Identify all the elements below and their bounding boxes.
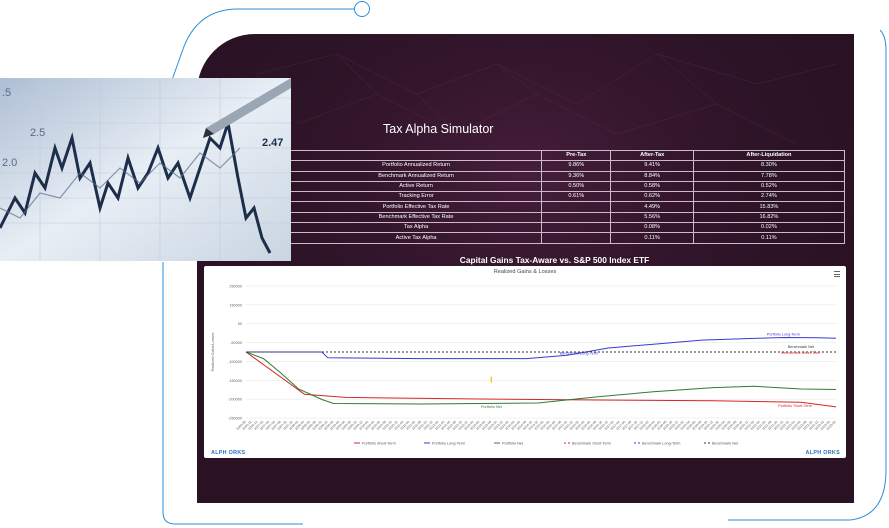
metrics-table: Pre-Tax After-Tax After-Liquidation Port… [289,149,846,244]
y-tick-label: 250000 [229,285,242,289]
table-cell: 0.52% [692,180,846,193]
table-row: Benchmark Annualized Return 9.36% 8.84% 7.7… [289,170,846,182]
row-label: Tax Alpha [289,222,543,234]
series-annotation: Portfolio Short-Term [778,404,812,408]
y-tick-label: -50000 [230,341,242,345]
legend-item: Portfolio Short-Term [362,441,396,445]
stock-chart-photo: .5 2.5 2.0 2.47 [0,78,291,261]
column-header [289,149,543,162]
table-cell: 4.49% [610,201,694,213]
series-line [246,336,837,360]
table-row: Active Return 0.50% 0.58% 0.52% [289,180,846,193]
table-cell: 5.56% [610,211,694,224]
table-row: Active Tax Alpha 0.11% 0.11% [289,232,846,244]
chart-title: Capital Gains Tax-Aware vs. S&P 500 Inde… [459,255,650,265]
table-cell: 15.83% [692,201,846,213]
legend-item: Benchmark Net [712,441,739,445]
y-tick-label: -200000 [228,398,242,402]
series-annotation: Benchmark Short-Term [781,351,820,355]
table-cell [541,201,612,213]
table-cell: 9.41% [610,160,694,172]
table-cell: 9.86% [541,160,612,172]
row-label: Benchmark Annualized Return [289,170,543,182]
table-cell: 0.02% [692,222,846,234]
svg-text:2.47: 2.47 [262,137,283,149]
table-cell: 0.58% [610,180,694,193]
table-row: Tax Alpha 0.08% 0.02% [289,222,846,234]
brand-logo-right: ALPH ORKS [805,450,840,456]
column-header: After-Liquidation [692,149,846,162]
table-cell [541,222,612,234]
table-cell: 8.84% [610,170,694,182]
brand-logo-left: ALPH ORKS [211,450,246,456]
table-cell: 0.62% [610,191,694,203]
row-label: Active Return [289,180,543,193]
row-label: Portfolio Annualized Return [289,160,543,172]
table-cell: 0.11% [692,232,846,244]
table-cell: 8.30% [692,160,846,172]
legend-item: Portfolio Net [502,441,524,445]
row-label: Tracking Error [289,191,543,203]
series-annotation: Portfolio Long-Term [767,333,800,337]
table-header-row: Pre-Tax After-Tax After-Liquidation [289,149,846,162]
legend-item: Portfolio Long-Term [432,441,465,445]
simulator-panel: Tax Alpha Simulator Pre-Tax After-Tax Af… [197,34,854,503]
row-label: Portfolio Effective Tax Rate [289,201,543,213]
svg-text:2.0: 2.0 [2,157,17,169]
legend-item: Benchmark Long-Term [642,441,680,445]
page-title: Tax Alpha Simulator [383,122,494,136]
series-annotation: Benchmark Long-Term [560,352,598,356]
series-annotation: Benchmark Net [788,345,815,349]
table-cell: 7.78% [692,170,846,182]
y-tick-label: -250000 [228,417,242,421]
table-cell: 9.36% [541,170,612,182]
table-row: Tracking Error 0.61% 0.62% 2.74% [289,191,846,203]
svg-text:.5: .5 [2,87,11,99]
table-cell: 0.08% [610,222,694,234]
svg-text:2.5: 2.5 [30,127,45,139]
table-cell: 0.11% [610,232,694,244]
row-label: Benchmark Effective Tax Rate [289,211,543,224]
table-cell: 0.50% [541,180,612,193]
table-cell: 0.61% [541,191,612,203]
table-row: Benchmark Effective Tax Rate 5.56% 16.82% [289,211,846,224]
series-line [245,351,837,408]
y-axis-label: Realized Gains/Losses [211,332,215,371]
y-tick-label: 50 [238,322,242,326]
table-cell [541,232,612,244]
legend-item: Benchmark Short-Term [572,441,611,445]
y-tick-label: -150000 [228,379,242,383]
column-header: After-Tax [610,149,694,162]
table-row: Portfolio Annualized Return 9.86% 9.41% 8.3… [289,160,846,172]
y-tick-label: 150000 [229,303,242,307]
chart-container: Realized Gains & Losses 250000 150000 50 -5… [204,266,846,458]
table-cell: 2.74% [692,191,846,203]
series-annotation: Portfolio Net [481,405,503,409]
table-cell [541,211,612,224]
table-row: Portfolio Effective Tax Rate 4.49% 15.83% [289,201,846,213]
column-header: Pre-Tax [541,149,612,162]
y-tick-label: -100000 [228,360,242,364]
row-label: Active Tax Alpha [289,232,543,244]
cursor-marker [490,376,493,383]
table-cell: 16.82% [692,211,846,224]
line-chart: 250000 150000 50 -50000 -100000 -150000 -20000… [211,285,837,446]
